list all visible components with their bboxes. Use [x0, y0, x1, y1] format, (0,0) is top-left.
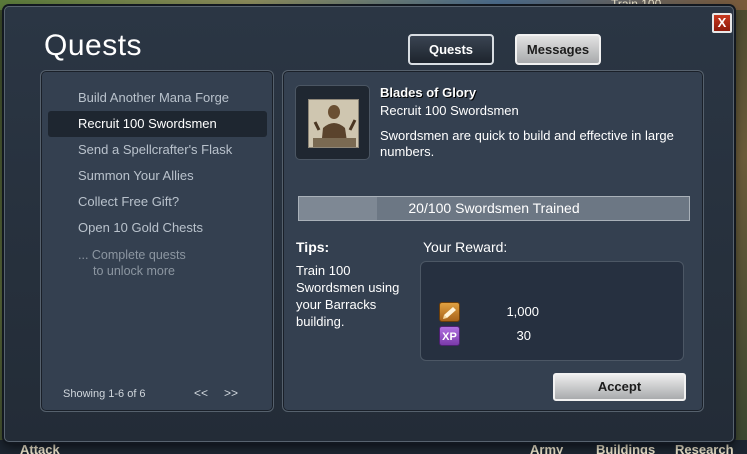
reward-resource-value: 1,000 [506, 304, 539, 319]
reward-xp-value: 30 [516, 328, 531, 343]
quest-item-swordsmen[interactable]: Recruit 100 Swordsmen [48, 111, 267, 137]
research-nav[interactable]: Research [675, 442, 734, 454]
pagination-status: Showing 1-6 of 6 [63, 388, 146, 400]
locked-quests-note: ... Complete quests to unlock more [78, 248, 186, 278]
quest-name: Blades of Glory [380, 85, 477, 100]
quest-description: Swordsmen are quick to build and effecti… [380, 128, 674, 159]
accept-button[interactable]: Accept [553, 373, 686, 401]
buildings-nav[interactable]: Buildings [596, 442, 655, 454]
quest-item-spellcrafter-flask[interactable]: Send a Spellcrafter's Flask [48, 137, 267, 163]
close-button[interactable]: X [712, 13, 732, 33]
quest-item-free-gift[interactable]: Collect Free Gift? [48, 189, 267, 215]
quest-progress-bar: 20/100 Swordsmen Trained [298, 196, 690, 221]
tab-messages[interactable]: Messages [515, 34, 601, 65]
quest-item-mana-forge[interactable]: Build Another Mana Forge [48, 85, 267, 111]
dialog-title: Quests [44, 29, 143, 62]
quest-objective: Recruit 100 Swordsmen [380, 103, 519, 118]
tab-quests[interactable]: Quests [408, 34, 494, 65]
army-nav[interactable]: Army [530, 442, 563, 454]
tips-heading: Tips: [296, 239, 330, 255]
quest-list-panel: Build Another Mana Forge Recruit 100 Swo… [40, 70, 274, 412]
prev-page-button[interactable]: << [194, 386, 208, 400]
reward-box: 1,000 XP 30 [420, 261, 684, 361]
xp-icon: XP [439, 326, 460, 346]
resource-icon [439, 302, 460, 322]
tips-text: Train 100 Swordsmen using your Barracks … [296, 263, 400, 329]
game-bottom-bar: Attack Army Buildings Research [0, 440, 747, 454]
quest-detail-panel: Blades of Glory Recruit 100 Swordsmen Sw… [282, 70, 704, 412]
quest-portrait [295, 85, 370, 160]
quest-item-gold-chests[interactable]: Open 10 Gold Chests [48, 215, 267, 241]
progress-text: 20/100 Swordsmen Trained [408, 200, 580, 216]
swordsman-portrait-icon [308, 99, 359, 148]
quest-item-summon-allies[interactable]: Summon Your Allies [48, 163, 267, 189]
next-page-button[interactable]: >> [224, 386, 238, 400]
reward-heading: Your Reward: [423, 239, 508, 255]
attack-nav[interactable]: Attack [20, 442, 60, 454]
